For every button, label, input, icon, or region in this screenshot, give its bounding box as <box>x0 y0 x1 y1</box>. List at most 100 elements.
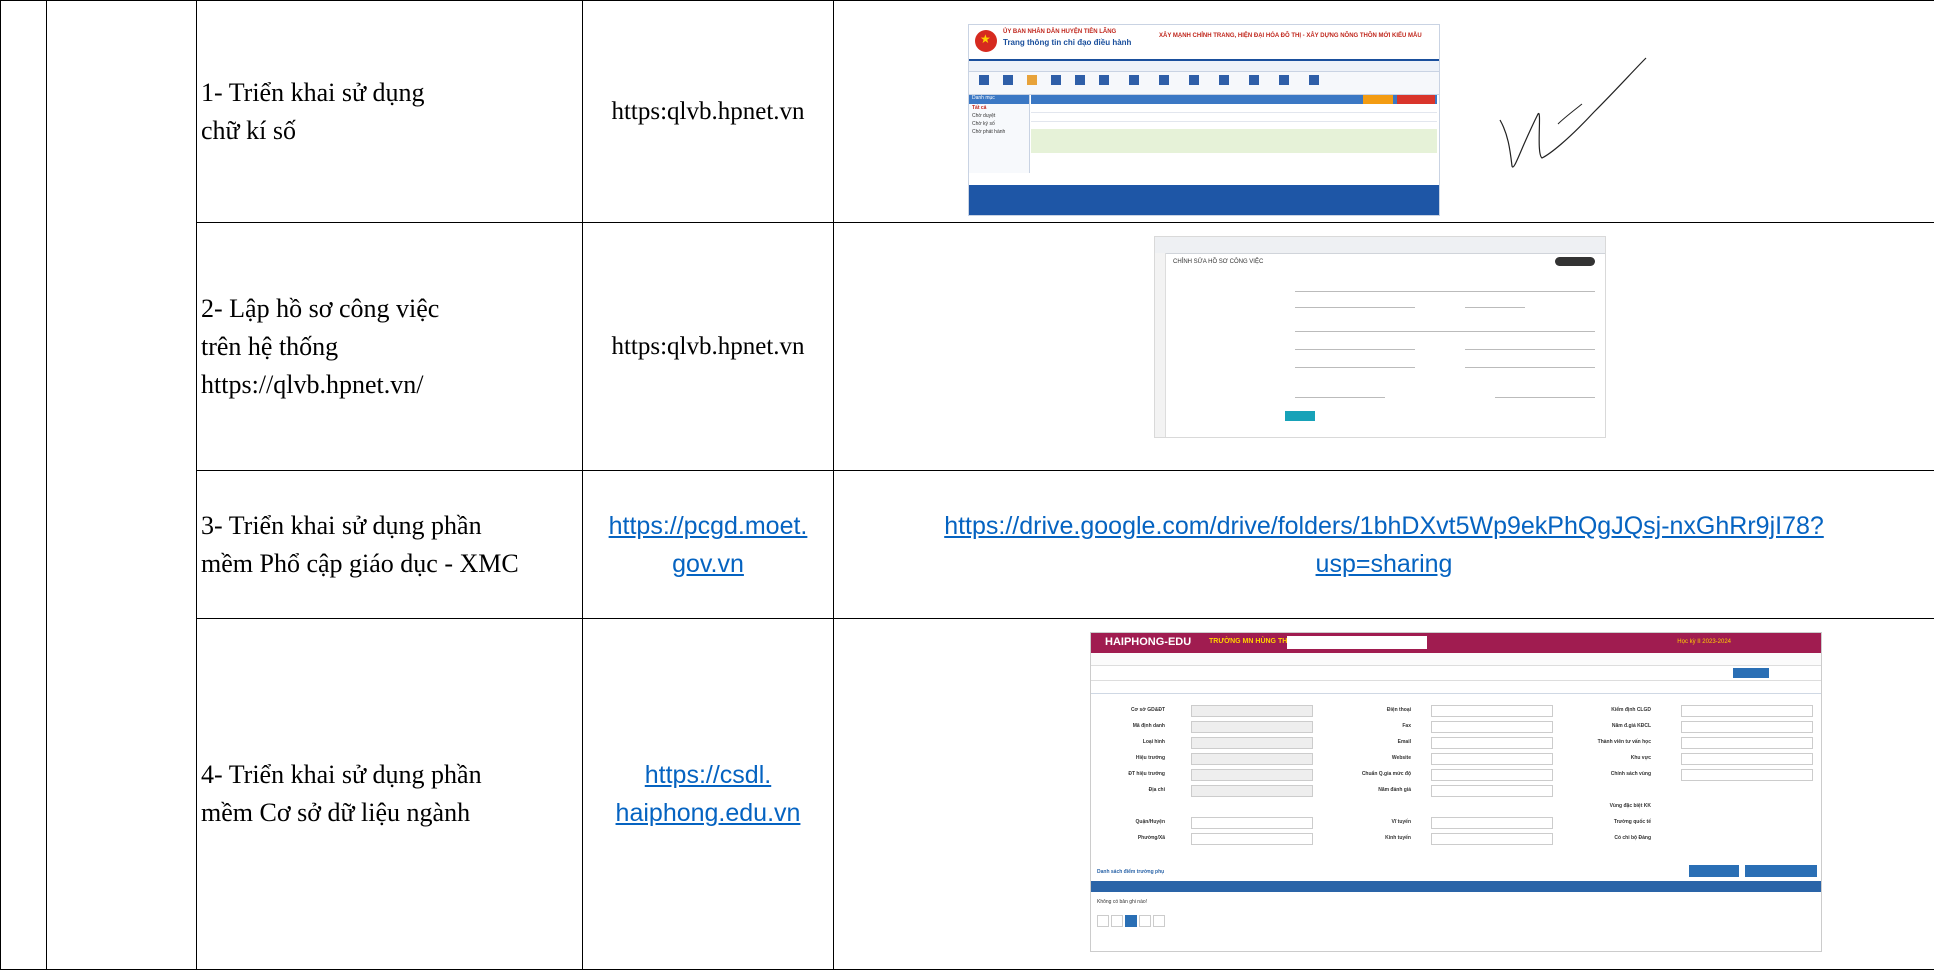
url-cell: https:qlvb.hpnet.vn <box>583 223 834 471</box>
task-cell: 4- Triển khai sử dụng phần mềm Cơ sở dữ … <box>197 619 583 970</box>
index-column-cell <box>1 1 47 970</box>
footer <box>969 185 1439 215</box>
toolbar-icon <box>1219 75 1229 85</box>
field-label: Email <box>1341 739 1411 745</box>
field-label: Kinh tuyến <box>1341 835 1411 841</box>
url-cell: https://csdl. haiphong.edu.vn <box>583 619 834 970</box>
national-emblem-icon <box>975 30 997 52</box>
url-cell: https:qlvb.hpnet.vn <box>583 1 834 223</box>
form-field <box>1681 753 1813 765</box>
toolbar-icon <box>1129 75 1139 85</box>
form-field <box>1681 737 1813 749</box>
pcgd-link[interactable]: https://pcgd.moet. <box>583 507 833 545</box>
task-line: 4- Triển khai sử dụng phần <box>201 756 582 794</box>
toolbar-icon <box>1249 75 1259 85</box>
field-label: Trường quốc tế <box>1561 819 1651 825</box>
save-button <box>1285 411 1315 421</box>
field-label: Hiệu trưởng <box>1097 755 1165 761</box>
field-label: ĐT hiệu trưởng <box>1097 771 1165 777</box>
field-label: Điện thoại <box>1341 707 1411 713</box>
form-field <box>1191 817 1313 829</box>
form-field <box>1681 721 1813 733</box>
org-name: ỦY BAN NHÂN DÂN HUYỆN TIÊN LÃNG <box>1003 29 1116 35</box>
page-button <box>1097 915 1109 927</box>
empty-message: Không có bản ghi nào! <box>1097 899 1257 905</box>
task-line: 1- Triển khai sử dụng <box>201 74 582 112</box>
table-row: 2- Lập hồ sơ công việc trên hệ thống htt… <box>1 223 1934 471</box>
haiphong-edu-screenshot: HAIPHONG-EDU TRƯỜNG MN HÙNG THẮNG Học kỳ… <box>1090 632 1822 952</box>
toolbar-icon <box>979 75 989 85</box>
task-line: 3- Triển khai sử dụng phần <box>201 507 582 545</box>
info-tabs <box>1091 681 1821 694</box>
task-line: 2- Lập hồ sơ công việc <box>201 290 582 328</box>
site-title: Trang thông tin chỉ đạo điều hành <box>1003 38 1131 47</box>
task-line: mềm Phổ cập giáo dục - XMC <box>201 545 582 583</box>
url-cell: https://pcgd.moet. gov.vn <box>583 471 834 619</box>
close-record-button <box>1555 257 1595 266</box>
field-label: Vùng đặc biệt KK <box>1561 803 1651 809</box>
slogan: XÂY MẠNH CHỈNH TRANG, HIỆN ĐẠI HÓA ĐÔ TH… <box>1159 33 1422 39</box>
toolbar-icon <box>1279 75 1289 85</box>
pcgd-link-cont[interactable]: gov.vn <box>583 545 833 583</box>
task-line: https://qlvb.hpnet.vn/ <box>201 366 582 404</box>
field-label: Có chi bộ Đảng <box>1561 835 1651 841</box>
form-field <box>1295 389 1385 398</box>
form-field <box>1431 737 1553 749</box>
field-label: Khu vực <box>1561 755 1651 761</box>
qlvb-office-screenshot: ỦY BAN NHÂN DÂN HUYỆN TIÊN LÃNG Trang th… <box>968 24 1440 216</box>
field-label: Vĩ tuyến <box>1341 819 1411 825</box>
task-cell: 3- Triển khai sử dụng phần mềm Phổ cập g… <box>197 471 583 619</box>
form-field <box>1431 769 1553 781</box>
form-field <box>1431 817 1553 829</box>
brand-logo: HAIPHONG-EDU <box>1105 636 1191 648</box>
field-label: Website <box>1341 755 1411 761</box>
document-list <box>1031 95 1437 173</box>
field-label: Phường/Xã <box>1097 835 1165 841</box>
table-title: Danh sách điểm trường phụ <box>1097 869 1257 875</box>
sidebar-item: Chờ phát hành <box>969 129 1029 137</box>
drive-link[interactable]: https://drive.google.com/drive/folders/1… <box>834 507 1934 545</box>
form-field <box>1191 737 1313 749</box>
csdl-link-cont[interactable]: haiphong.edu.vn <box>583 794 833 832</box>
form-field <box>1681 705 1813 717</box>
field-label: Loại hình <box>1097 739 1165 745</box>
toolbar-icon <box>1189 75 1199 85</box>
nav-menu <box>1091 653 1821 666</box>
form-field <box>1431 705 1553 717</box>
field-label: Thành viên tư vấn học <box>1561 739 1651 745</box>
form-field <box>1295 315 1595 332</box>
field-label: Cơ sở GD&ĐT <box>1097 707 1165 713</box>
sidebar-title: Danh mục <box>969 95 1029 104</box>
field-label: Fax <box>1341 723 1411 729</box>
page-button <box>1139 915 1151 927</box>
toolbar-icon <box>1309 75 1319 85</box>
sidebar-item: Chờ duyệt <box>969 113 1029 121</box>
signature-scribble <box>1498 54 1648 184</box>
sidebar-item: Chờ ký số <box>969 121 1029 129</box>
form-field <box>1295 299 1415 308</box>
action-button <box>1363 95 1393 104</box>
field-label: Năm đánh giá <box>1341 787 1411 793</box>
field-label: Kiểm định CLGD <box>1561 707 1651 713</box>
task-cell: 2- Lập hồ sơ công việc trên hệ thống htt… <box>197 223 583 471</box>
sidebar: Danh mục Tất cả Chờ duyệt Chờ ký số Chờ … <box>969 95 1030 173</box>
form-field <box>1191 833 1313 845</box>
field-label: Năm đ.giá KĐCL <box>1561 723 1651 729</box>
list-item <box>1031 113 1437 122</box>
sub-header <box>1091 666 1821 681</box>
page-button <box>1153 915 1165 927</box>
page-button <box>1111 915 1123 927</box>
form-field <box>1495 389 1595 398</box>
field-label: Chuẩn Q.gia mức độ <box>1341 771 1411 777</box>
toolbar <box>969 72 1439 95</box>
toolbar-icon <box>1027 75 1037 85</box>
drive-link-cont[interactable]: usp=sharing <box>834 545 1934 583</box>
form-field <box>1295 341 1415 350</box>
toolbar-icon <box>1003 75 1013 85</box>
notice-box <box>1031 129 1437 153</box>
field-label: Chính sách vùng <box>1561 771 1651 777</box>
csdl-link[interactable]: https://csdl. <box>583 756 833 794</box>
form-field <box>1431 753 1553 765</box>
form-field <box>1191 785 1313 797</box>
table-row: 3- Triển khai sử dụng phần mềm Phổ cập g… <box>1 471 1934 619</box>
